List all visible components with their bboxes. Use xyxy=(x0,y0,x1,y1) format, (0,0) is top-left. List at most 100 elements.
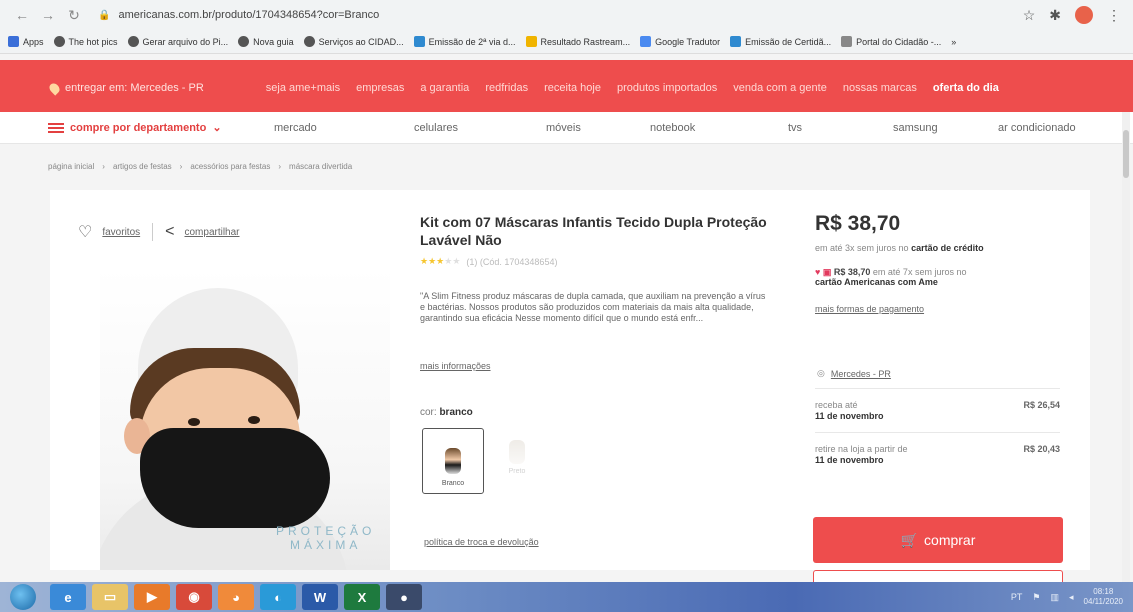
bookmark-hot-pics[interactable]: The hot pics xyxy=(53,36,118,47)
dept-samsung[interactable]: samsung xyxy=(893,122,938,134)
return-policy-link[interactable]: política de troca e devolução xyxy=(424,537,539,547)
department-menu-button[interactable]: compre por departamento ⌄ xyxy=(48,121,222,134)
reload-icon[interactable]: ↻ xyxy=(64,5,84,25)
header-link-marcas[interactable]: nossas marcas xyxy=(843,82,917,94)
dept-ar-condicionado[interactable]: ar condicionado xyxy=(998,122,1076,134)
bookmark-tradutor[interactable]: Google Tradutor xyxy=(640,36,720,47)
translate-icon xyxy=(640,36,652,47)
volume-icon[interactable]: ◂ xyxy=(1069,592,1074,603)
swatch-branco[interactable]: Branco xyxy=(422,428,484,494)
bookmark-gerar[interactable]: Gerar arquivo do Pi... xyxy=(127,36,228,47)
shipping-location[interactable]: ◎ Mercedes - PR xyxy=(817,368,891,379)
chevron-down-icon: ⌄ xyxy=(212,122,222,134)
deliver-location[interactable]: entregar em: Mercedes - PR xyxy=(47,80,204,96)
bookmarks-bar: Apps The hot pics Gerar arquivo do Pi...… xyxy=(0,30,1133,54)
installments: em até 3x sem juros no cartão de crédito xyxy=(815,243,984,253)
secondary-button[interactable] xyxy=(813,570,1063,582)
bookmark-certidao[interactable]: Emissão de Certidã... xyxy=(730,36,831,47)
profile-avatar[interactable] xyxy=(1075,6,1093,24)
chrome-icon[interactable]: ◉ xyxy=(176,584,212,610)
word-icon[interactable]: W xyxy=(302,584,338,610)
dept-celulares[interactable]: celulares xyxy=(414,122,458,134)
share-link[interactable]: compartilhar xyxy=(184,227,239,238)
image-overlay-text: PROTEÇÃO MÁXIMA xyxy=(276,524,376,552)
bookmark-rastreamento[interactable]: Resultado Rastream... xyxy=(525,36,630,47)
bookmark-nova-guia[interactable]: Nova guia xyxy=(238,36,294,47)
product-rating[interactable]: ★★★★★ (1) (Cód. 1704348654) xyxy=(420,256,557,267)
firefox-icon[interactable]: ◕ xyxy=(218,584,254,610)
taskbar: e ▭ ▶ ◉ ◕ ◐ W X ● PT ⚑ ▥ ◂ 08:18 04/11/2… xyxy=(0,582,1133,612)
ame-offer: ♥ ▣ R$ 38,70 em até 7x sem juros no cart… xyxy=(815,267,967,287)
hamburger-icon xyxy=(48,122,64,133)
flag-icon[interactable]: ⚑ xyxy=(1032,592,1040,603)
share-icon[interactable]: < xyxy=(165,223,174,241)
shipping-option-delivery: receba até 11 de novembro R$ 26,54 xyxy=(815,400,1060,421)
menu-icon[interactable]: ⋮ xyxy=(1107,7,1121,24)
dept-notebook[interactable]: notebook xyxy=(650,122,695,134)
url-text[interactable]: americanas.com.br/produto/1704348654?cor… xyxy=(118,9,379,21)
scrollbar-thumb[interactable] xyxy=(1123,130,1129,178)
language-indicator[interactable]: PT xyxy=(1011,592,1023,602)
app-icon[interactable]: ● xyxy=(386,584,422,610)
star-icon[interactable]: ☆ xyxy=(1023,7,1036,24)
department-nav: compre por departamento ⌄ mercado celula… xyxy=(0,112,1133,144)
bookmark-apps[interactable]: Apps xyxy=(8,36,44,47)
dept-moveis[interactable]: móveis xyxy=(546,122,581,134)
breadcrumb-separator: › xyxy=(179,162,183,171)
header-link-receita[interactable]: receita hoje xyxy=(544,82,601,94)
header-link-oferta[interactable]: oferta do dia xyxy=(933,82,999,94)
breadcrumb-festas[interactable]: artigos de festas xyxy=(113,162,172,171)
bookmarks-more[interactable]: » xyxy=(951,37,956,47)
product-title: Kit com 07 Máscaras Infantis Tecido Dupl… xyxy=(420,214,767,248)
header-link-ame[interactable]: seja ame+mais xyxy=(266,82,340,94)
breadcrumb-home[interactable]: página inicial xyxy=(48,162,94,171)
more-info-link[interactable]: mais informações xyxy=(420,361,491,371)
bookmark-emissao[interactable]: Emissão de 2ª via d... xyxy=(413,36,516,47)
ame-logo-icon: ♥ ▣ xyxy=(815,267,832,277)
scrollbar[interactable] xyxy=(1122,112,1130,582)
favorites-link[interactable]: favoritos xyxy=(102,227,140,238)
favorite-share-row: ♡ favoritos < compartilhar xyxy=(78,222,240,242)
image-eye xyxy=(248,416,260,424)
dept-tvs[interactable]: tvs xyxy=(788,122,802,134)
url-field[interactable]: 🔒 americanas.com.br/produto/1704348654?c… xyxy=(98,9,379,21)
breadcrumb-acessorios[interactable]: acessórios para festas xyxy=(190,162,270,171)
product-description: "A Slim Fitness produz máscaras de dupla… xyxy=(420,291,766,323)
image-mask xyxy=(140,428,330,528)
header-link-garantia[interactable]: a garantia xyxy=(420,82,469,94)
header-link-importados[interactable]: produtos importados xyxy=(617,82,717,94)
breadcrumb-separator: › xyxy=(278,162,282,171)
dept-mercado[interactable]: mercado xyxy=(274,122,317,134)
folder-icon[interactable]: ▭ xyxy=(92,584,128,610)
header-link-venda[interactable]: venda com a gente xyxy=(733,82,827,94)
back-icon[interactable]: ← xyxy=(12,5,32,25)
rating-stars: ★★★★★ xyxy=(420,256,460,267)
buy-button[interactable]: 🛒 comprar xyxy=(813,517,1063,563)
heart-icon[interactable]: ♡ xyxy=(78,222,92,242)
media-player-icon[interactable]: ▶ xyxy=(134,584,170,610)
network-icon[interactable]: ▥ xyxy=(1051,592,1060,603)
bookmark-servicos[interactable]: Serviços ao CIDAD... xyxy=(303,36,404,47)
star-icon: ★ xyxy=(428,256,437,266)
start-button[interactable] xyxy=(10,584,36,610)
ie-icon[interactable]: e xyxy=(50,584,86,610)
product-image[interactable]: PROTEÇÃO MÁXIMA xyxy=(100,268,390,570)
clock[interactable]: 08:18 04/11/2020 xyxy=(1084,587,1123,607)
image-eye xyxy=(188,418,200,426)
color-value: branco xyxy=(439,407,473,418)
star-icon: ★ xyxy=(452,256,461,266)
chevron-left-icon xyxy=(841,36,853,47)
header-link-empresas[interactable]: empresas xyxy=(356,82,404,94)
extensions-icon[interactable]: ✱ xyxy=(1049,7,1061,24)
excel-icon[interactable]: X xyxy=(344,584,380,610)
edge-icon[interactable]: ◐ xyxy=(260,584,296,610)
divider xyxy=(152,223,154,241)
header-link-redfridas[interactable]: redfridas xyxy=(485,82,528,94)
swatch-preto[interactable]: Preto xyxy=(502,440,532,486)
forward-icon[interactable]: → xyxy=(38,5,58,25)
more-payment-link[interactable]: mais formas de pagamento xyxy=(815,304,924,314)
globe-icon xyxy=(53,36,65,47)
bookmark-portal[interactable]: Portal do Cidadão -... xyxy=(841,36,941,47)
lock-icon: 🔒 xyxy=(98,9,111,21)
swatch-thumbnail xyxy=(509,440,525,464)
